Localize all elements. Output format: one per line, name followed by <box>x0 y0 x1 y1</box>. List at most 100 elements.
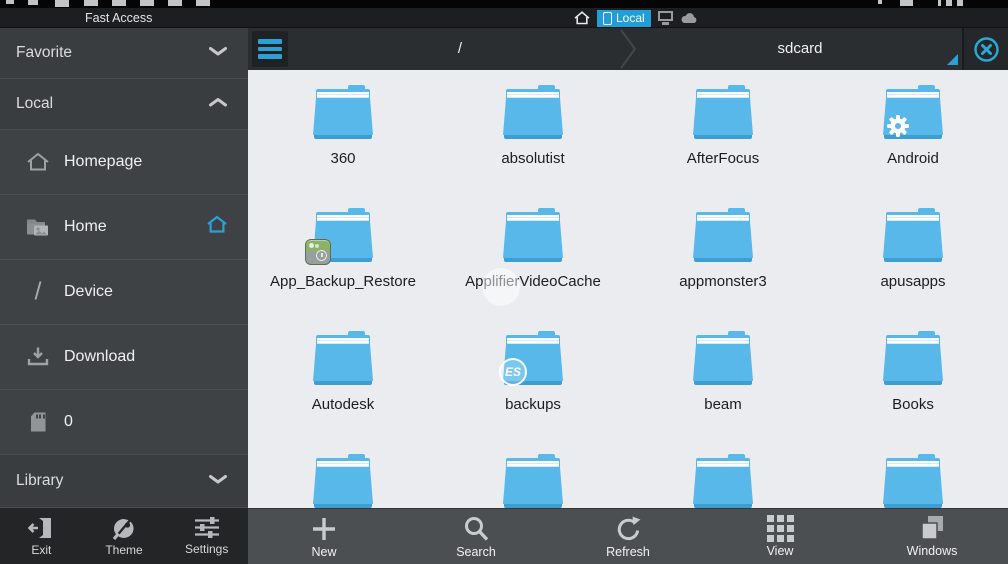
view-button[interactable]: View <box>704 509 856 564</box>
folder-item-android[interactable]: Android <box>818 70 1008 193</box>
folder-icon <box>502 208 564 262</box>
truncated-status-icon <box>168 0 182 6</box>
window-title: Fast Access <box>85 11 153 25</box>
sidebar-section-favorite[interactable]: Favorite <box>0 28 248 79</box>
touch-ripple-watermark <box>482 268 520 306</box>
folder-name: Books <box>892 396 934 413</box>
folder-icon <box>502 454 564 508</box>
folder-item-cutoff[interactable] <box>818 439 1008 508</box>
remote-pc-icon[interactable] <box>657 11 673 25</box>
folder-icon <box>502 85 564 139</box>
folder-icon <box>692 454 754 508</box>
windows-icon <box>920 516 943 540</box>
section-label: Library <box>16 472 64 489</box>
folder-item-backups[interactable]: ES backups <box>438 316 628 439</box>
system-status-bar <box>0 0 1008 8</box>
plus-icon <box>313 517 335 540</box>
address-bar: / sdcard <box>248 28 1008 70</box>
sidebar-item-homepage[interactable]: Homepage <box>0 130 248 195</box>
sidebar: Favorite Local Homepage Home / Device Do… <box>0 28 248 508</box>
hamburger-menu-button[interactable] <box>252 31 288 67</box>
search-button[interactable]: Search <box>400 509 552 564</box>
truncated-status-icon <box>6 0 14 4</box>
home-icon[interactable] <box>574 11 590 25</box>
folder-icon <box>305 208 374 265</box>
bottom-toolbar: New Search Refresh View Windows <box>248 508 1008 564</box>
folder-item-apusapps[interactable]: apusapps <box>818 193 1008 316</box>
search-icon <box>465 516 489 541</box>
settings-button[interactable]: Settings <box>165 508 248 564</box>
app-badge-icon <box>305 239 331 265</box>
sidebar-item-label: Download <box>64 348 136 365</box>
folder-item-cutoff[interactable] <box>248 439 438 508</box>
folder-item-appmonster3[interactable]: appmonster3 <box>628 193 818 316</box>
folder-name: backups <box>505 396 561 413</box>
close-icon <box>973 36 999 62</box>
folder-item-cutoff[interactable] <box>438 439 628 508</box>
folder-icon <box>882 331 944 385</box>
section-label: Favorite <box>16 44 72 61</box>
folder-item-beam[interactable]: beam <box>628 316 818 439</box>
grid-view-icon <box>766 515 794 542</box>
truncated-status-icon <box>28 0 38 5</box>
exit-button[interactable]: Exit <box>0 508 83 564</box>
theme-button[interactable]: Theme <box>83 508 166 564</box>
folder-icon <box>882 454 944 508</box>
sidebar-item-device[interactable]: / Device <box>0 260 248 325</box>
folder-item-360[interactable]: 360 <box>248 70 438 193</box>
folder-name: absolutist <box>501 150 565 167</box>
windows-button[interactable]: Windows <box>856 509 1008 564</box>
sidebar-section-local[interactable]: Local <box>0 79 248 130</box>
folder-name: App_Backup_Restore <box>270 273 416 290</box>
theme-label: Theme <box>105 542 143 557</box>
folder-item-cutoff[interactable] <box>628 439 818 508</box>
section-label: Local <box>16 95 54 112</box>
folder-item-books[interactable]: Books <box>818 316 1008 439</box>
breadcrumb-separator-icon <box>620 29 637 69</box>
home-blue-icon[interactable] <box>206 215 228 239</box>
theme-icon <box>112 517 134 540</box>
folder-item-afterfocus[interactable]: AfterFocus <box>628 70 818 193</box>
refresh-label: Refresh <box>606 544 650 559</box>
new-label: New <box>311 544 337 559</box>
truncated-status-icon <box>140 0 154 6</box>
windows-label: Windows <box>906 544 958 558</box>
close-tab-button[interactable] <box>962 28 1008 70</box>
sidebar-item-label: 0 <box>64 413 73 430</box>
folder-icon: ES <box>499 331 564 386</box>
breadcrumb-current[interactable]: sdcard <box>777 28 822 70</box>
settings-label: Settings <box>185 542 229 556</box>
folder-item-applifiervideocache[interactable]: ApplifierVideoCache <box>438 193 628 316</box>
cloud-icon[interactable] <box>680 12 698 24</box>
tab-local[interactable]: Local <box>597 9 651 27</box>
folder-item-app-backup-restore[interactable]: App_Backup_Restore <box>248 193 438 316</box>
folder-item-absolutist[interactable]: absolutist <box>438 70 628 193</box>
truncated-status-icon <box>900 0 913 6</box>
folder-icon <box>312 454 374 508</box>
refresh-button[interactable]: Refresh <box>552 509 704 564</box>
exit-label: Exit <box>31 542 52 557</box>
sidebar-section-library[interactable]: Library <box>0 455 248 508</box>
gear-badge-icon <box>887 115 909 137</box>
phone-icon <box>603 11 612 25</box>
sidebar-item-label: Homepage <box>64 153 143 170</box>
sidebar-item-sdcard-0[interactable]: 0 <box>0 390 248 455</box>
truncated-status-icon <box>196 0 210 6</box>
search-label: Search <box>456 544 496 559</box>
view-label: View <box>766 544 794 558</box>
folder-name: appmonster3 <box>679 273 767 290</box>
folder-item-autodesk[interactable]: Autodesk <box>248 316 438 439</box>
breadcrumb-root[interactable]: / <box>458 28 462 70</box>
new-button[interactable]: New <box>248 509 400 564</box>
es-badge-icon: ES <box>499 358 527 386</box>
slash-icon: / <box>34 277 42 306</box>
sidebar-item-label: Home <box>64 218 107 235</box>
sidebar-item-download[interactable]: Download <box>0 325 248 390</box>
sidebar-item-home[interactable]: Home <box>0 195 248 260</box>
folder-image-icon <box>24 218 52 237</box>
folder-name: Android <box>887 150 939 167</box>
folder-icon <box>312 85 374 139</box>
truncated-status-icon <box>878 0 882 4</box>
folder-icon <box>692 208 754 262</box>
settings-icon <box>194 517 219 538</box>
